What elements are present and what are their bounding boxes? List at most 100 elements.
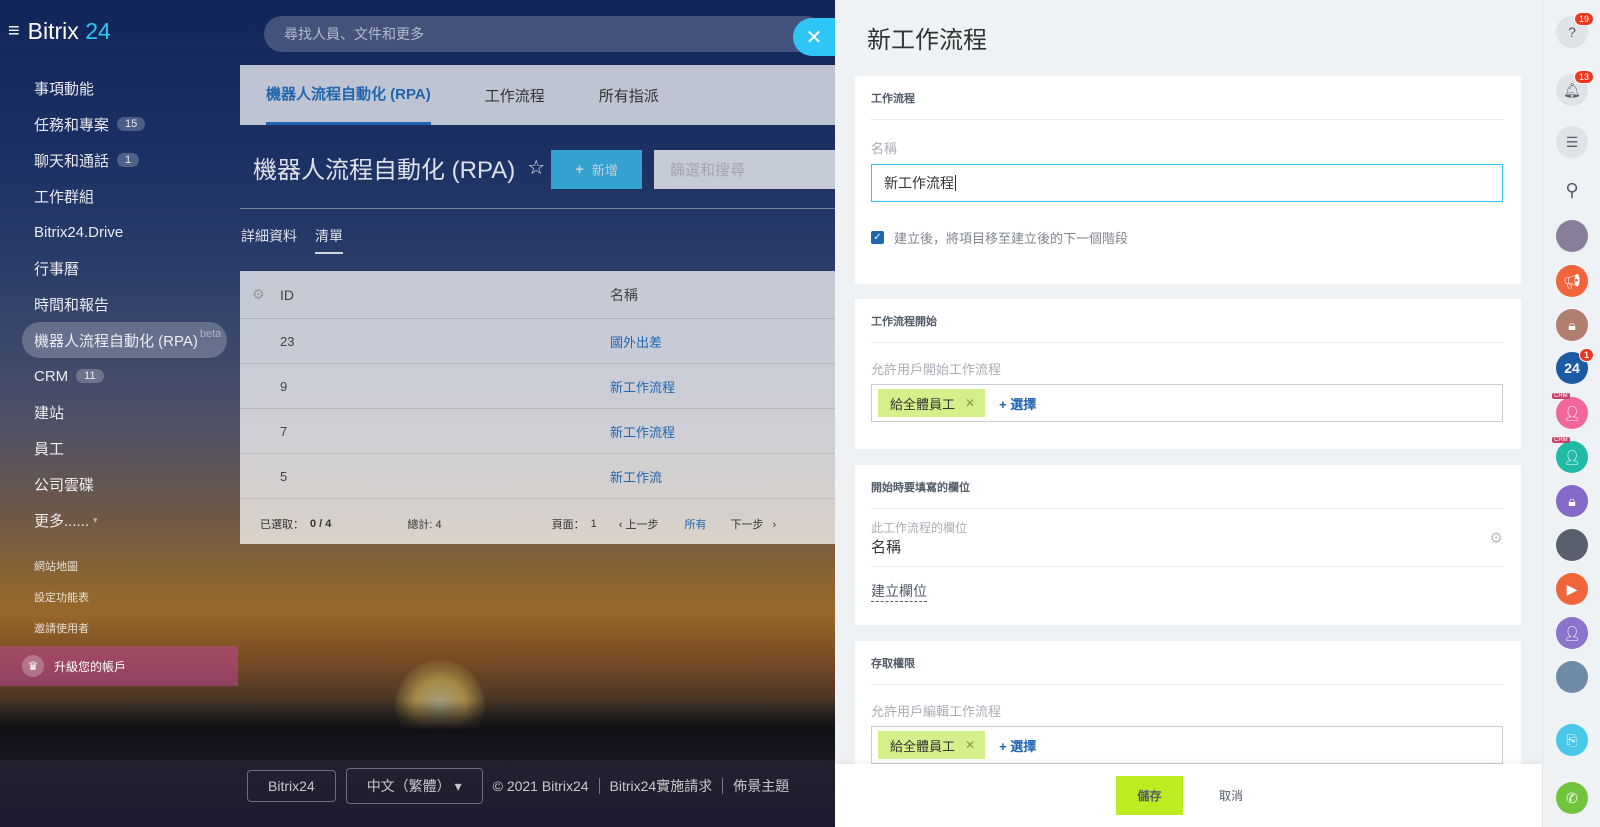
menu-item-drive[interactable]: Bitrix24.Drive xyxy=(22,214,237,250)
menu-item-time-reports[interactable]: 時間和報告 xyxy=(22,286,237,322)
gear-icon[interactable]: ⚙ xyxy=(240,286,280,303)
phone-icon[interactable]: ✆ xyxy=(1556,782,1588,814)
filter-search-input[interactable]: 篩選和搜尋 xyxy=(654,150,835,189)
copyright-text: © 2021 Bitrix24 xyxy=(492,778,589,794)
bell-icon[interactable]: 🔔︎ 13 xyxy=(1556,70,1594,106)
close-icon: ✕ xyxy=(805,26,823,49)
lock-icon[interactable]: 🔒︎ xyxy=(1556,309,1588,341)
checkmark-icon[interactable]: ✓ xyxy=(871,231,884,244)
lock-icon[interactable]: 🔒︎ xyxy=(1556,485,1588,517)
link-sitemap[interactable]: 網站地圖 xyxy=(34,558,89,589)
prev-page-button[interactable]: ‹ 上一步 xyxy=(619,516,665,532)
menu-burger-icon[interactable]: ≡ xyxy=(8,20,20,43)
sub-tabs: 詳細資料 清單 xyxy=(241,226,343,254)
star-icon[interactable]: ☆ xyxy=(527,155,545,180)
menu-item-more[interactable]: 更多...... ▾ xyxy=(22,502,237,538)
implementation-request-link[interactable]: Bitrix24實施請求 xyxy=(610,776,713,796)
menu-item-sites[interactable]: 建站 xyxy=(22,394,237,430)
megaphone-icon[interactable]: 📢︎ xyxy=(1556,265,1588,297)
start-permission-selector[interactable]: 給全體員工 ✕ + 選擇 xyxy=(871,384,1503,422)
section-header: 開始時要填寫的欄位 xyxy=(871,465,1503,509)
avatar[interactable] xyxy=(1556,220,1588,252)
field-label: 允許用戶編輯工作流程 xyxy=(871,704,1002,719)
avatar[interactable] xyxy=(1556,661,1588,693)
brand-number: 24 xyxy=(85,18,111,44)
user-icon[interactable]: 👤︎ xyxy=(1556,617,1588,649)
subtab-details[interactable]: 詳細資料 xyxy=(241,226,297,254)
column-name[interactable]: 名稱 xyxy=(610,285,638,305)
help-icon[interactable]: ? 19 xyxy=(1556,12,1594,48)
close-slider-button[interactable]: ✕ xyxy=(793,18,835,56)
beta-label: beta xyxy=(199,328,222,340)
menu-item-workgroups[interactable]: 工作群組 xyxy=(22,178,237,214)
bitrix24-chat-icon[interactable]: 24 1 xyxy=(1556,348,1594,384)
table-row[interactable]: 9 新工作流程 xyxy=(240,364,835,409)
add-button[interactable]: + 新增 xyxy=(551,150,642,189)
chat-icon[interactable]: ☰ xyxy=(1556,126,1588,158)
field-label: 名稱 xyxy=(871,141,898,156)
next-page-button[interactable]: 下一步 › xyxy=(731,516,777,532)
cancel-button[interactable]: 取消 xyxy=(1201,787,1261,804)
row-link[interactable]: 新工作流 xyxy=(610,467,662,486)
section-workflow: 工作流程 名稱 新工作流程 ✓ 建立後，將項目移至建立後的下一個階段 xyxy=(855,76,1521,284)
create-field-link[interactable]: 建立欄位 xyxy=(871,581,927,602)
slider-footer: 儲存 取消 xyxy=(835,764,1542,827)
brand-logo[interactable]: ≡ Bitrix 24 xyxy=(8,18,111,45)
selected-tag: 給全體員工 ✕ xyxy=(878,731,986,759)
theme-link[interactable]: 佈景主題 xyxy=(733,776,789,796)
grid-header: ⚙ ID 名稱 xyxy=(240,271,835,319)
all-pages-link[interactable]: 所有 xyxy=(685,516,707,532)
section-header: 存取權限 xyxy=(871,641,1503,685)
small-links: 網站地圖 設定功能表 邀請使用者 xyxy=(34,558,89,651)
avatar[interactable] xyxy=(1556,529,1588,561)
crm-contact-icon[interactable]: 👤︎ CRM xyxy=(1552,437,1588,473)
menu-counter: 15 xyxy=(117,117,146,131)
tab-rpa[interactable]: 機器人流程自動化 (RPA) xyxy=(266,65,431,125)
menu-item-chat[interactable]: 聊天和通話 1 xyxy=(22,142,237,178)
upgrade-account-button[interactable]: ♛ 升級您的帳戶 xyxy=(0,646,238,686)
table-row[interactable]: 23 國外出差 xyxy=(240,319,835,364)
column-id[interactable]: ID xyxy=(280,287,610,303)
workflow-name-input[interactable]: 新工作流程 xyxy=(871,164,1503,202)
menu-item-rpa[interactable]: 機器人流程自動化 (RPA) beta xyxy=(22,322,227,358)
search-icon[interactable]: ⚲ xyxy=(1556,174,1588,206)
tab-all-assignments[interactable]: 所有指派 xyxy=(599,65,659,125)
menu-item-calendar[interactable]: 行事曆 xyxy=(22,250,237,286)
bitrix24-logo[interactable]: Bitrix24 xyxy=(247,770,336,802)
field-row: 此工作流程的欄位 名稱 ⚙ xyxy=(871,509,1503,567)
menu-item-feed[interactable]: 事項動能 xyxy=(22,70,237,106)
select-link[interactable]: + 選擇 xyxy=(999,736,1036,755)
menu-item-employees[interactable]: 員工 xyxy=(22,430,237,466)
tab-workflows[interactable]: 工作流程 xyxy=(485,65,545,125)
video-icon[interactable]: ▶ xyxy=(1556,573,1588,605)
menu-item-company-drive[interactable]: 公司雲碟 xyxy=(22,466,237,502)
link-menu-settings[interactable]: 設定功能表 xyxy=(34,589,89,620)
crown-icon: ♛ xyxy=(22,655,44,677)
subtab-list[interactable]: 清單 xyxy=(315,226,343,254)
row-link[interactable]: 新工作流程 xyxy=(610,422,675,441)
new-workflow-slider: 新工作流程 工作流程 名稱 新工作流程 ✓ 建立後，將項目移至建立後的下一個階段… xyxy=(835,0,1542,827)
language-select[interactable]: 中文（繁體） ▾ xyxy=(345,768,483,804)
share-icon[interactable]: ⎘ xyxy=(1556,724,1588,756)
slider-title: 新工作流程 xyxy=(867,27,987,54)
table-row[interactable]: 7 新工作流程 xyxy=(240,409,835,454)
remove-tag-icon[interactable]: ✕ xyxy=(965,738,975,752)
menu-item-tasks[interactable]: 任務和專案 15 xyxy=(22,106,237,142)
gear-icon[interactable]: ⚙ xyxy=(1490,529,1503,547)
move-next-stage-checkbox[interactable]: ✓ 建立後，將項目移至建立後的下一個階段 xyxy=(871,228,1521,247)
select-link[interactable]: + 選擇 xyxy=(999,394,1036,413)
table-row[interactable]: 5 新工作流 xyxy=(240,454,835,499)
left-menu: 事項動能 任務和專案 15 聊天和通話 1 工作群組 Bitrix24.Drive … xyxy=(22,70,237,538)
workflow-grid: ⚙ ID 名稱 23 國外出差 9 新工作流程 7 新工作流程 5 新工作流 已選取： … xyxy=(240,271,835,544)
divider xyxy=(240,208,835,209)
remove-tag-icon[interactable]: ✕ xyxy=(965,396,975,410)
section-header: 工作流程開始 xyxy=(871,299,1503,343)
crm-contact-icon[interactable]: 👤︎ CRM xyxy=(1552,393,1588,429)
section-workflow-start: 工作流程開始 允許用戶開始工作流程 給全體員工 ✕ + 選擇 xyxy=(855,299,1521,449)
edit-permission-selector[interactable]: 給全體員工 ✕ + 選擇 xyxy=(871,726,1503,764)
global-search-input[interactable]: 尋找人員、文件和更多 xyxy=(264,16,824,52)
save-button[interactable]: 儲存 xyxy=(1116,776,1183,815)
menu-item-crm[interactable]: CRM 11 xyxy=(22,358,237,394)
row-link[interactable]: 國外出差 xyxy=(610,332,662,351)
row-link[interactable]: 新工作流程 xyxy=(610,377,675,396)
